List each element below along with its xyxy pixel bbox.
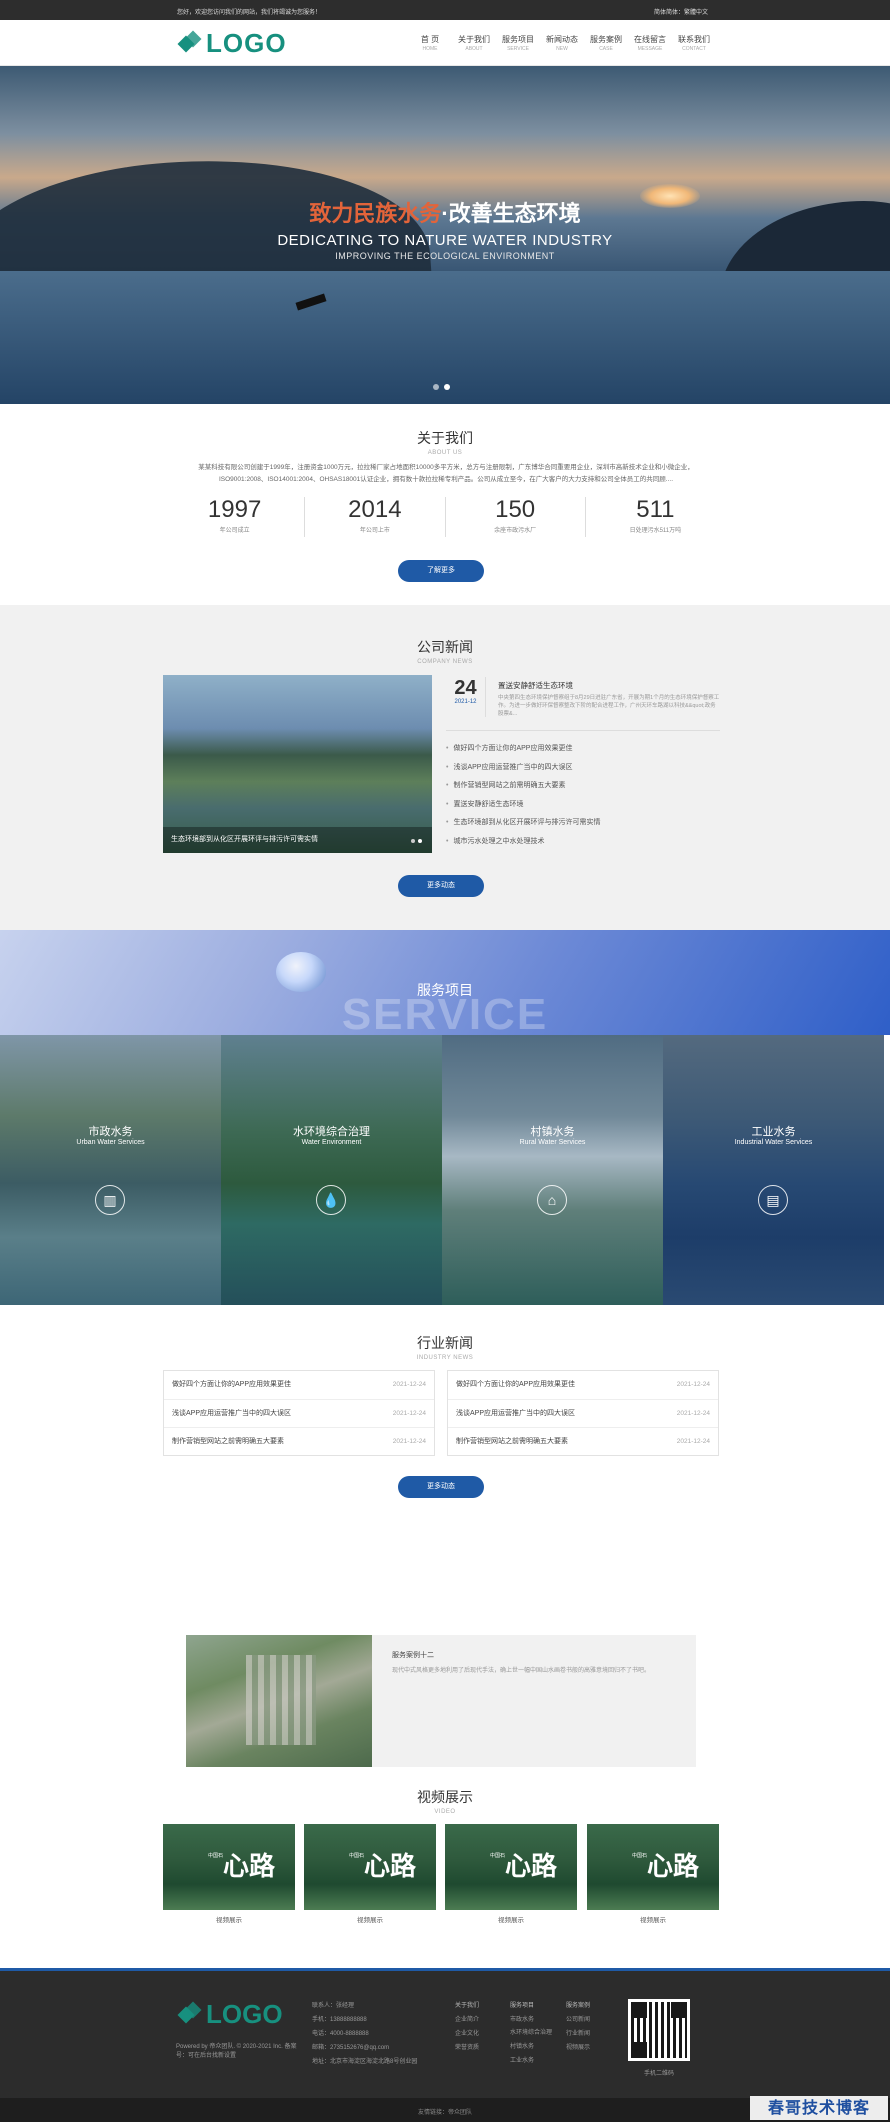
video-caption[interactable]: 视频展示	[163, 1914, 295, 1924]
slider-dots	[433, 384, 450, 390]
stat-item: 511 日处理污水511万吨	[584, 497, 725, 537]
industry-news-list-right: 做好四个方面让你的APP应用效果更佳 2021-12-24 浅谈APP应用运营推广…	[447, 1370, 719, 1456]
about-more-button[interactable]: 了解更多	[398, 560, 484, 582]
news-slider-dots	[411, 839, 422, 843]
video-thumbnail[interactable]: 中国石 心路	[304, 1824, 436, 1910]
main-nav: 首 页 HOME 关于我们 ABOUT 服务项目 SERVICE 新闻动态 NEW 服务…	[408, 34, 716, 52]
stat-item: 1997 年公司成立	[207, 496, 262, 535]
list-item[interactable]: 浅谈APP应用运营推广当中的四大误区 2021-12-24	[448, 1400, 718, 1428]
service-card-subtitle: Urban Water Services	[76, 1139, 145, 1146]
slider-dot[interactable]	[433, 384, 439, 390]
video-thumbnail[interactable]: 中国石 心路	[445, 1824, 577, 1910]
featured-news-title[interactable]: 置送安静舒适生态环境	[498, 680, 573, 691]
nav-case[interactable]: 服务案例 CASE	[584, 34, 628, 52]
video-thumbnail[interactable]: 中国石 心路	[163, 1824, 295, 1910]
nav-news[interactable]: 新闻动态 NEW	[540, 34, 584, 52]
qr-caption: 手机二维码	[643, 2071, 674, 2077]
industry-news-list-left: 做好四个方面让你的APP应用效果更佳 2021-12-24 浅谈APP应用运营推广…	[163, 1370, 435, 1456]
footer-contact: 联系人：张经理 手机：13888888888 电话：4000-8888888 邮…	[312, 2003, 418, 2065]
footer-links-about: 关于我们 企业简介 企业文化 荣誉资质	[455, 2003, 480, 2051]
service-card-subtitle: Water Environment	[301, 1139, 362, 1146]
news-slider-caption[interactable]: 生态环境部到从化区开展环评与排污许可需实情	[163, 827, 432, 853]
service-card-rural[interactable]: 村镇水务 Rural Water Services ⌂	[442, 1035, 663, 1305]
service-header: SERVICE 服务项目	[0, 930, 890, 1035]
service-card-title: 水环境综合治理	[293, 1126, 370, 1138]
logo-mark-icon	[177, 30, 202, 56]
service-card-industrial[interactable]: 工业水务 Industrial Water Services ▤	[663, 1035, 884, 1305]
nav-home[interactable]: 首 页 HOME	[408, 34, 452, 52]
slider-dot-active[interactable]	[444, 384, 450, 390]
company-news-heading: 公司新闻 COMPANY NEWS	[417, 639, 473, 665]
service-card-title: 村镇水务	[530, 1126, 575, 1138]
blog-watermark: 春哥技术博客	[750, 2096, 888, 2120]
list-item[interactable]: 做好四个方面让你的APP应用效果更佳 2021-12-24	[164, 1371, 434, 1400]
site-logo[interactable]: LOGO	[177, 28, 287, 59]
footer-logo[interactable]: LOGO	[177, 1999, 283, 2030]
nav-about[interactable]: 关于我们 ABOUT	[452, 34, 496, 52]
industry-news-more-button[interactable]: 更多动态	[398, 1476, 484, 1498]
hero-subtitle: DEDICATING TO NATURE WATER INDUSTRY	[277, 232, 613, 249]
service-title: 服务项目	[417, 982, 473, 998]
logo-mark-icon	[177, 2001, 202, 2027]
company-news-more-button[interactable]: 更多动态	[398, 875, 484, 897]
video-caption[interactable]: 视频展示	[445, 1914, 577, 1924]
footer-copyright: Powered by 帝众团队. © 2020-2021 Inc. 备案号：可在…	[176, 2044, 297, 2059]
service-card-subtitle: Industrial Water Services	[734, 1139, 813, 1146]
about-heading: 关于我们 ABOUT US	[417, 430, 473, 456]
news-link[interactable]: 浅谈APP应用运营推广当中的四大误区	[446, 759, 726, 778]
case-desc: 现代中式风格更多地利用了后现代手法，确上世一幅中国山水画卷书般的高雅意境回归不了…	[392, 1668, 651, 1674]
welcome-text: 您好，欢迎您访问我们的网站，我们将竭诚为您服务！	[177, 10, 322, 16]
site-header: LOGO 首 页 HOME 关于我们 ABOUT 服务项目 SERVICE 新闻动态 N…	[0, 20, 890, 66]
news-slider-image[interactable]: 生态环境部到从化区开展环评与排污许可需实情	[163, 675, 432, 853]
hero-subtitle-2: IMPROVING THE ECOLOGICAL ENVIRONMENT	[335, 251, 555, 261]
list-item[interactable]: 制作营销型网站之前需明确五大要素 2021-12-24	[448, 1428, 718, 1457]
building-icon: ▥	[95, 1185, 125, 1215]
stat-item: 150 余座市政污水厂	[444, 497, 585, 537]
house-drop-icon: ⌂	[537, 1185, 567, 1215]
case-title[interactable]: 服务案例十二	[392, 1650, 434, 1660]
factory-icon: ▤	[758, 1185, 788, 1215]
industry-news-heading: 行业新闻 INDUSTRY NEWS	[416, 1335, 474, 1361]
hero-banner: 致力民族水务·改善生态环境 DEDICATING TO NATURE WATER…	[0, 66, 890, 404]
featured-news-desc: 中央第四生态环境保护督察组于8月29日进驻广东省，开展为期1个月的生态环境保护督…	[498, 695, 720, 717]
video-caption[interactable]: 视频展示	[587, 1914, 719, 1924]
service-card-water-environment[interactable]: 水环境综合治理 Water Environment 💧	[221, 1035, 442, 1305]
nav-service[interactable]: 服务项目 SERVICE	[496, 34, 540, 52]
service-card-title: 工业水务	[751, 1126, 796, 1138]
nav-contact[interactable]: 联系我们 CONTACT	[672, 34, 716, 52]
footer-links-case: 服务案例 公司新闻 行业新闻 视频展示	[566, 2003, 591, 2051]
video-heading: 视频展示 VIDEO	[417, 1789, 473, 1815]
list-item[interactable]: 浅谈APP应用运营推广当中的四大误区 2021-12-24	[164, 1400, 434, 1428]
list-item[interactable]: 制作营销型网站之前需明确五大要素 2021-12-24	[164, 1428, 434, 1457]
news-link[interactable]: 置送安静舒适生态环境	[446, 796, 726, 815]
case-card[interactable]: 服务案例十二 现代中式风格更多地利用了后现代手法，确上世一幅中国山水画卷书般的高…	[186, 1635, 696, 1767]
news-date-badge: 24 2021-12	[446, 677, 486, 717]
site-footer: LOGO Powered by 帝众团队. © 2020-2021 Inc. 备…	[0, 1968, 890, 2098]
about-text: 某某科技有限公司创建于1999年，注册资金1000万元，拉拉稀厂家占地面积100…	[198, 464, 694, 483]
news-link[interactable]: 做好四个方面让你的APP应用效果更佳	[446, 740, 726, 759]
service-card-urban[interactable]: 市政水务 Urban Water Services ▥	[0, 1035, 221, 1305]
about-stats: 1997 年公司成立 2014 年公司上市 150 余座市政污水厂 511 日处理污水5…	[165, 497, 725, 537]
top-bar: 您好，欢迎您访问我们的网站，我们将竭诚为您服务！ 简体简体：繁體中文	[0, 0, 890, 20]
nav-message[interactable]: 在线留言 MESSAGE	[628, 34, 672, 52]
logo-text: LOGO	[206, 28, 287, 58]
service-card-title: 市政水务	[88, 1126, 133, 1138]
hero-title: 致力民族水务·改善生态环境	[309, 201, 581, 226]
divider	[446, 730, 720, 731]
case-image[interactable]	[186, 1635, 372, 1767]
list-item[interactable]: 做好四个方面让你的APP应用效果更佳 2021-12-24	[448, 1371, 718, 1400]
stat-item: 2014 年公司上市	[304, 497, 444, 537]
qr-code	[628, 1999, 690, 2061]
news-link[interactable]: 制作营销型网站之前需明确五大要素	[446, 777, 726, 796]
water-drop-icon: 💧	[316, 1185, 346, 1215]
news-link[interactable]: 生态环境部到从化区开展环评与排污许可需实情	[446, 814, 726, 833]
language-switch[interactable]: 简体简体：繁體中文	[654, 7, 708, 16]
company-news-list: 做好四个方面让你的APP应用效果更佳 浅谈APP应用运营推广当中的四大误区 制作…	[446, 740, 726, 851]
news-link[interactable]: 城市污水处理之中水处理技术	[446, 833, 726, 852]
service-card-subtitle: Rural Water Services	[519, 1139, 586, 1146]
video-thumbnail[interactable]: 中国石 心路	[587, 1824, 719, 1910]
video-caption[interactable]: 视频展示	[304, 1914, 436, 1924]
footer-links-service: 服务项目 市政水务 水环境综合治理 村镇水务 工业水务	[510, 2003, 553, 2064]
